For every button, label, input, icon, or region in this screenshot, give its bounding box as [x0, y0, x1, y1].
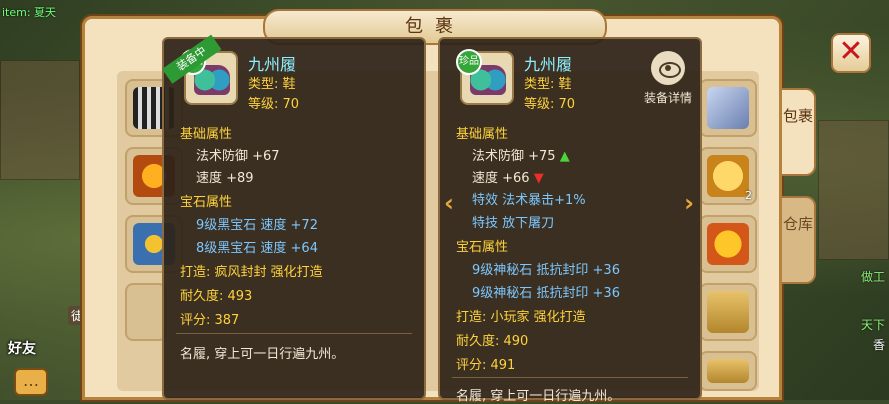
close-button[interactable]: ✕	[831, 33, 871, 73]
gem-stats-header: 宝石属性	[180, 195, 233, 210]
stat-up-arrow-icon: ▲	[559, 149, 570, 164]
score: 评分: 387	[180, 313, 240, 328]
item-name: 九州履	[248, 55, 297, 74]
forge-info: 打造: 疯风封封 强化打造	[180, 265, 323, 280]
item-level: 等级: 70	[524, 97, 576, 112]
gem-stat: 8级黑宝石 速度 +64	[196, 241, 318, 256]
equipped-item-tooltip: 珍品 装备中 九州履 类型: 鞋 等级: 70 基础属性 法术防御 +67 速度…	[162, 34, 426, 400]
world-building	[818, 120, 889, 260]
item-icon-frame: 珍品	[456, 49, 514, 105]
flavor-text: 名履, 穿上可一日行遍九州。	[456, 389, 621, 404]
item-type: 类型: 鞋	[248, 77, 296, 92]
base-stat-text: 速度 +66	[472, 171, 530, 186]
tab-warehouse[interactable]: 仓库	[782, 196, 816, 284]
inventory-slot[interactable]	[699, 215, 757, 273]
base-stats-header: 基础属性	[456, 127, 509, 142]
base-stat: 速度 +89	[196, 171, 254, 186]
compare-item-tooltip: 珍品 九州履 类型: 鞋 等级: 70 装备详情 ‹ › 基础属性 法术防御 +…	[438, 37, 702, 404]
durability: 耐久度: 493	[180, 289, 253, 304]
inventory-slot[interactable]	[699, 79, 757, 137]
durability: 耐久度: 490	[456, 334, 529, 349]
score: 评分: 491	[456, 358, 516, 373]
item-type: 类型: 鞋	[524, 77, 572, 92]
npc-name-label: 做工	[860, 270, 885, 284]
inventory-slot[interactable]: 2	[699, 147, 757, 205]
base-stats-header: 基础属性	[180, 127, 233, 142]
gem-stat: 9级神秘石 抵抗封印 +36	[472, 286, 620, 301]
gem-stat: 9级黑宝石 速度 +72	[196, 218, 318, 233]
npc-name-label: 香	[872, 338, 885, 352]
tab-bag[interactable]: 包裹	[782, 88, 816, 176]
next-arrow-icon[interactable]: ›	[684, 189, 694, 217]
eye-icon	[651, 51, 685, 85]
ore-item-icon	[707, 87, 749, 129]
special-effect: 特效 法术暴击+1%	[472, 193, 586, 208]
base-stat-text: 法术防御 +75	[472, 149, 556, 164]
special-skill: 特技 放下屠刀	[472, 216, 555, 231]
inventory-slot[interactable]	[125, 283, 167, 341]
stack-count: 2	[745, 189, 752, 202]
previous-arrow-icon[interactable]: ‹	[444, 189, 454, 217]
gem-stat: 9级神秘石 抵抗封印 +36	[472, 263, 620, 278]
scroll-item-icon	[707, 291, 749, 333]
item-level: 等级: 70	[248, 97, 300, 112]
lantern-item-icon	[707, 223, 749, 265]
divider	[452, 377, 688, 378]
base-stat: 速度 +66 ▼	[472, 167, 544, 186]
rare-badge: 珍品	[456, 49, 482, 75]
hud-player-status-text: item: 夏天	[2, 6, 57, 19]
base-stat: 法术防御 +75 ▲	[472, 145, 570, 164]
gem-stats-header: 宝石属性	[456, 240, 509, 255]
inventory-slot[interactable]	[699, 351, 757, 391]
base-stat: 法术防御 +67	[196, 149, 280, 164]
scroll-item-icon	[707, 359, 749, 383]
inventory-slot[interactable]	[699, 283, 757, 341]
chat-icon[interactable]: …	[14, 368, 48, 396]
forge-info: 打造: 小玩家 强化打造	[456, 310, 586, 325]
equipment-detail-button[interactable]: 装备详情	[636, 51, 700, 106]
npc-name-label: 天下	[860, 318, 885, 332]
stat-down-arrow-icon: ▼	[533, 171, 544, 186]
item-name: 九州履	[524, 55, 573, 74]
world-building	[0, 60, 80, 180]
egg-item-icon	[707, 155, 749, 197]
hud-friend-button[interactable]: 好友	[8, 338, 36, 358]
detail-label: 装备详情	[643, 91, 692, 105]
divider	[176, 333, 412, 334]
flavor-text: 名履, 穿上可一日行遍九州。	[180, 347, 345, 362]
